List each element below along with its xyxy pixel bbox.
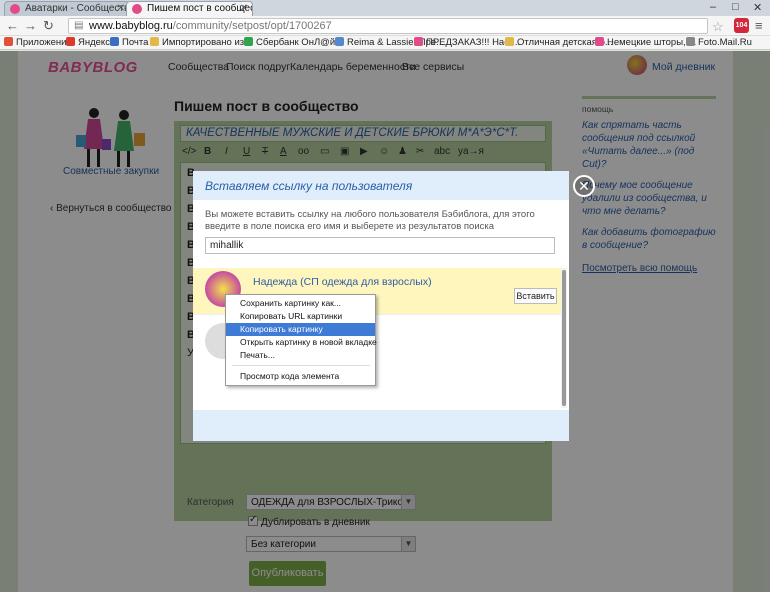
context-menu: Сохранить картинку как... Копировать URL… [225, 294, 377, 386]
user-search-input[interactable]: mihallik [205, 237, 555, 254]
folder-icon [150, 37, 159, 46]
forward-arrow-icon[interactable]: → [24, 18, 37, 33]
browser-toolbar: ← → ↻ ▤ www.babyblog.ru/community/setpos… [0, 16, 770, 36]
minimize-icon[interactable]: – [710, 1, 716, 13]
folder-icon [505, 37, 514, 46]
babyblog-icon [414, 37, 423, 46]
bookmark-sberbank[interactable]: Сбербанк ОнЛ@йн [244, 37, 340, 48]
menu-separator [232, 365, 370, 366]
bookmark-star-icon[interactable]: ☆ [712, 19, 724, 35]
doc-icon [686, 37, 695, 46]
sberbank-icon [244, 37, 253, 46]
tab-label: Пишем пост в сообщество [147, 3, 252, 14]
menu-save-image[interactable]: Сохранить картинку как... [226, 297, 375, 310]
browser-tab-avatars[interactable]: Аватарки - Сообщество ✕ [4, 1, 130, 16]
menu-inspect-element[interactable]: Просмотр кода элемента [226, 370, 375, 383]
maximize-icon[interactable]: □ [732, 1, 739, 13]
url-path: /community/setpost/opt/1700267 [172, 20, 332, 32]
babyblog-icon [595, 37, 604, 46]
babyblog-favicon-icon [10, 4, 20, 14]
menu-print[interactable]: Печать... [226, 349, 375, 362]
tab-close-icon[interactable]: ✕ [117, 3, 125, 14]
menu-copy-image[interactable]: Копировать картинку [226, 323, 375, 336]
dialog-header: Вставляем ссылку на пользователя [193, 171, 569, 200]
babyblog-favicon-icon [132, 4, 142, 14]
mail-extension-icon[interactable]: 104 [734, 18, 749, 33]
tab-label: Аватарки - Сообщество [25, 3, 130, 14]
apps-icon [4, 37, 13, 46]
bookmark-foto-mail[interactable]: Foto.Mail.Ru [686, 37, 752, 48]
results-scrollbar-thumb[interactable] [562, 270, 566, 406]
reima-icon [335, 37, 344, 46]
yandex-icon [66, 37, 75, 46]
browser-menu-icon[interactable]: ≡ [755, 18, 763, 33]
bookmarks-bar: Приложения Яндекс Почта Импортировано из… [0, 36, 770, 50]
result-user-name[interactable]: Надежда (СП одежда для взрослых) [253, 276, 432, 288]
url-host: www.babyblog.ru [89, 20, 173, 32]
window-controls: – □ ✕ [700, 0, 770, 16]
browser-tab-strip: Аватарки - Сообщество ✕ Пишем пост в соо… [0, 0, 770, 16]
window-close-icon[interactable]: ✕ [753, 1, 762, 14]
menu-open-image-new-tab[interactable]: Открыть картинку в новой вкладке [226, 336, 377, 349]
dialog-description: Вы можете вставить ссылку на любого поль… [205, 209, 535, 232]
menu-copy-image-url[interactable]: Копировать URL картинки [226, 310, 375, 323]
browser-tab-new-post[interactable]: Пишем пост в сообщество ✕ [126, 1, 253, 16]
address-bar[interactable]: ▤ www.babyblog.ru/community/setpost/opt/… [68, 18, 708, 34]
dialog-title: Вставляем ссылку на пользователя [205, 179, 413, 193]
bookmark-yandex[interactable]: Яндекс [66, 37, 110, 48]
reload-icon[interactable]: ↻ [43, 18, 54, 34]
insert-button[interactable]: Вставить [514, 288, 557, 304]
bookmark-apps[interactable]: Приложения [4, 37, 72, 48]
bookmark-curtains[interactable]: Немецкие шторы, ... [595, 37, 696, 48]
tab-close-icon[interactable]: ✕ [240, 3, 248, 14]
bookmark-imported[interactable]: Импортировано из... [150, 37, 252, 48]
mail-icon [110, 37, 119, 46]
bookmark-mail[interactable]: Почта [110, 37, 148, 48]
dialog-close-icon[interactable]: ✕ [573, 175, 595, 197]
dialog-footer [193, 410, 569, 441]
page-icon: ▤ [74, 20, 84, 31]
back-arrow-icon[interactable]: ← [6, 18, 19, 33]
